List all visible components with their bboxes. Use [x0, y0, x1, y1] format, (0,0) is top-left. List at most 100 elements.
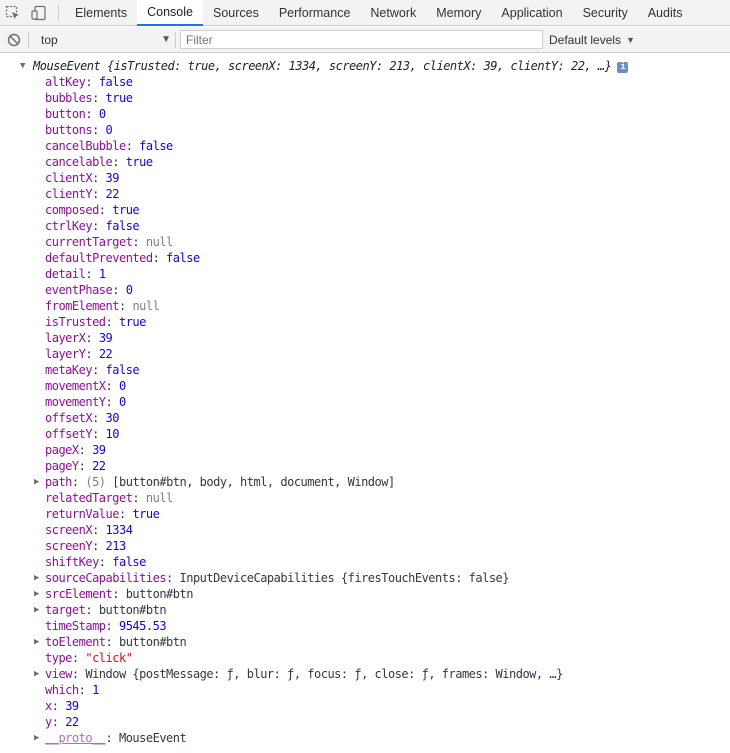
console-output: ▼ MouseEvent {isTrusted: true, screenX: …	[0, 54, 730, 753]
property-key: metaKey	[45, 363, 93, 377]
property-key: pageY	[45, 459, 79, 473]
property-value: 9545.53	[118, 619, 167, 633]
property-value: false	[166, 251, 200, 265]
toolbar-divider	[58, 5, 59, 21]
property-value: false	[105, 363, 140, 377]
property-key: shiftKey	[45, 555, 99, 569]
devtools-tab-bar: Elements Console Sources Performance Network…	[0, 0, 730, 26]
property-key: offsetX	[45, 411, 93, 425]
expand-triangle-icon[interactable]: ▶	[34, 474, 39, 490]
property-key: clientX	[45, 171, 93, 185]
property-key: fromElement	[45, 299, 119, 313]
property-value: null	[132, 299, 160, 313]
property-value: false	[139, 139, 173, 153]
tab-console[interactable]: Console	[137, 0, 203, 26]
context-value: top	[41, 32, 58, 47]
property-key: clientY	[45, 187, 93, 201]
property-key: movementX	[45, 379, 106, 393]
property-value: MouseEvent	[118, 731, 187, 745]
property-value: 1334	[105, 523, 133, 537]
property-key: currentTarget	[45, 235, 133, 249]
property-key: toElement	[45, 635, 106, 649]
property-value: true	[132, 507, 160, 521]
tab-audits[interactable]: Audits	[638, 0, 693, 26]
property-key: __proto__	[45, 731, 106, 745]
expand-triangle-icon[interactable]: ▶	[34, 586, 39, 602]
context-selector[interactable]: top ▼	[35, 30, 175, 50]
expand-triangle-icon[interactable]: ▶	[34, 634, 39, 650]
device-toolbar-icon[interactable]	[26, 0, 52, 26]
property-key: screenX	[45, 523, 93, 537]
expand-triangle-icon[interactable]: ▶	[34, 570, 39, 586]
property-value: button#btn	[98, 603, 167, 617]
property-value: 39	[92, 443, 106, 457]
tab-sources[interactable]: Sources	[203, 0, 269, 26]
property-key: relatedTarget	[45, 491, 133, 505]
property-key: cancelable	[45, 155, 113, 169]
property-value: null	[145, 235, 173, 249]
property-key: buttons	[45, 123, 93, 137]
property-value: Window {postMessage: ƒ, blur: ƒ, focus: …	[85, 667, 563, 681]
property-value: 1	[98, 267, 106, 281]
property-key: offsetY	[45, 427, 93, 441]
expand-triangle-icon[interactable]: ▶	[34, 730, 39, 746]
log-levels-label: Default levels	[549, 32, 622, 47]
property-key: view	[45, 667, 72, 681]
property-value: button#btn	[118, 635, 187, 649]
property-value: "click"	[85, 651, 133, 665]
property-key: layerX	[45, 331, 86, 345]
dropdown-arrow-icon: ▼	[626, 34, 635, 45]
filter-input[interactable]	[180, 30, 543, 49]
property-value: 0	[118, 379, 126, 393]
expand-triangle-icon[interactable]: ▶	[34, 602, 39, 618]
tab-network[interactable]: Network	[360, 0, 426, 26]
tab-elements[interactable]: Elements	[65, 0, 137, 26]
property-value: 39	[105, 171, 120, 185]
property-key: layerY	[45, 347, 86, 361]
property-value: false	[98, 75, 133, 89]
tab-security[interactable]: Security	[573, 0, 638, 26]
inspect-element-icon[interactable]	[0, 0, 26, 26]
property-value: true	[118, 315, 146, 329]
property-key: composed	[45, 203, 99, 217]
info-icon[interactable]: i	[617, 62, 629, 73]
property-key: y	[45, 715, 52, 729]
property-key: timeStamp	[45, 619, 106, 633]
property-value: 0	[125, 283, 133, 297]
console-toolbar: top ▼ Default levels ▼	[0, 27, 730, 53]
property-key: pageX	[45, 443, 79, 457]
property-value: 30	[105, 411, 120, 425]
property-key: sourceCapabilities	[45, 571, 167, 585]
property-key: type	[45, 651, 72, 665]
property-key: ctrlKey	[45, 219, 93, 233]
property-key: x	[45, 699, 52, 713]
expand-triangle-icon[interactable]: ▶	[34, 666, 39, 682]
property-key: screenY	[45, 539, 93, 553]
tab-performance[interactable]: Performance	[269, 0, 361, 26]
tab-memory[interactable]: Memory	[426, 0, 491, 26]
property-value: 10	[105, 427, 120, 441]
tab-application[interactable]: Application	[491, 0, 572, 26]
object-summary: MouseEvent {isTrusted: true, screenX: 13…	[33, 59, 612, 73]
property-key: bubbles	[45, 91, 93, 105]
property-value: 22	[98, 347, 113, 361]
clear-console-icon[interactable]	[0, 27, 28, 53]
property-key: defaultPrevented	[45, 251, 153, 265]
property-value: 39	[65, 699, 79, 713]
property-value: 0	[98, 107, 106, 121]
property-key: detail	[45, 267, 86, 281]
property-key: target	[45, 603, 86, 617]
toolbar-divider	[28, 31, 29, 48]
property-value: 39	[98, 331, 113, 345]
log-levels-dropdown[interactable]: Default levels ▼	[549, 33, 635, 47]
dropdown-arrow-icon: ▼	[161, 34, 171, 45]
property-value: 0	[118, 395, 126, 409]
property-value: false	[112, 555, 146, 569]
property-key: eventPhase	[45, 283, 113, 297]
property-key: srcElement	[45, 587, 113, 601]
property-value: button#btn	[125, 587, 194, 601]
property-value: false	[105, 219, 140, 233]
property-key: which	[45, 683, 79, 697]
expanded-triangle-icon[interactable]: ▼	[20, 58, 25, 74]
property-value: 22	[105, 187, 120, 201]
